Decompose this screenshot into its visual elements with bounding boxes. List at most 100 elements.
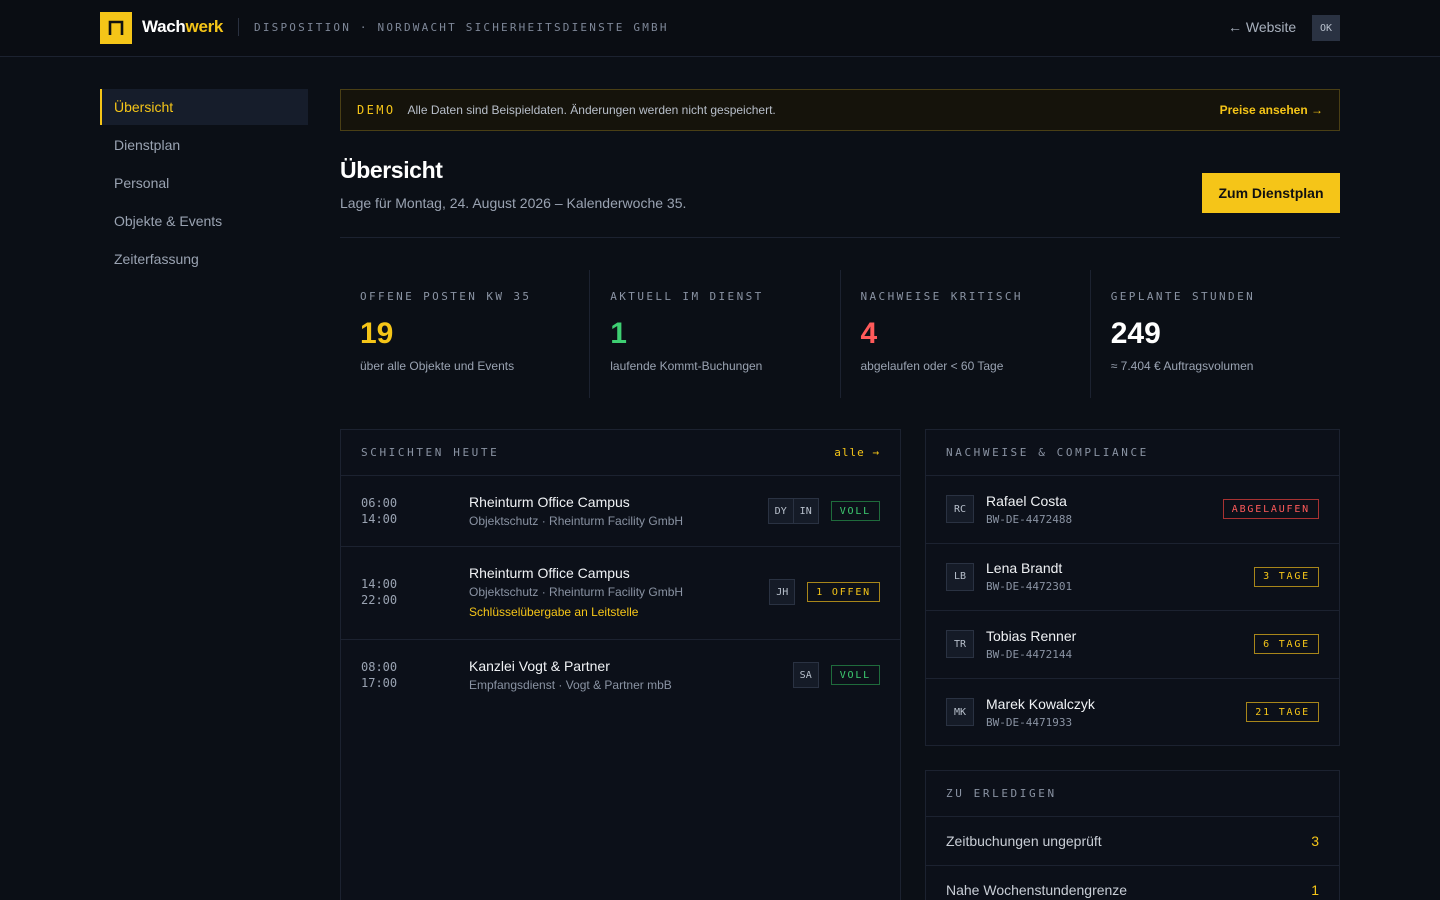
staff-avatar[interactable]: IN <box>792 498 819 524</box>
sidebar: Übersicht Dienstplan Personal Objekte & … <box>100 89 308 279</box>
avatar: LB <box>946 562 974 591</box>
cert-body: Rafael Costa BW-DE-4472488 <box>986 493 1072 526</box>
employee-name: Marek Kowalczyk <box>986 695 1095 712</box>
page-subtitle: Lage für Montag, 24. August 2026 – Kalen… <box>340 195 687 211</box>
stat-note: laufende Kommt-Buchungen <box>610 359 763 373</box>
shift-start: 08:00 <box>361 660 398 674</box>
shift-time: 06:00 14:00 <box>361 495 397 527</box>
stat-note: abgelaufen oder < 60 Tage <box>860 359 1004 373</box>
shift-end: 17:00 <box>361 676 398 690</box>
compliance-row[interactable]: LB Lena Brandt BW-DE-4472301 3 TAGE <box>926 544 1339 611</box>
staff-avatar[interactable]: SA <box>792 662 819 688</box>
stat-on-duty: AKTUELL IM DIENST 1 laufende Kommt-Buchu… <box>590 270 841 398</box>
shift-row[interactable]: 06:00 14:00 Rheinturm Office Campus Obje… <box>341 476 900 547</box>
avatar: TR <box>946 630 974 659</box>
avatar: MK <box>946 698 974 727</box>
compliance-row[interactable]: MK Marek Kowalczyk BW-DE-4471933 21 TAGE <box>926 679 1339 747</box>
cert-body: Marek Kowalczyk BW-DE-4471933 <box>986 696 1095 729</box>
compliance-row[interactable]: TR Tobias Renner BW-DE-4472144 6 TAGE <box>926 611 1339 679</box>
cert-id: BW-DE-4472144 <box>986 647 1073 661</box>
stat-label: NACHWEISE KRITISCH <box>860 290 1023 303</box>
staff-initials: SA <box>792 662 819 688</box>
panel-title: ZU ERLEDIGEN <box>946 787 1057 800</box>
shift-row[interactable]: 14:00 22:00 Rheinturm Office Campus Obje… <box>341 547 900 640</box>
pricing-link[interactable]: Preise ansehen → <box>1220 103 1323 117</box>
all-shifts-link[interactable]: alle → <box>834 446 880 459</box>
sidebar-item-zeiterfassung[interactable]: Zeiterfassung <box>100 241 308 277</box>
panel-title: SCHICHTEN HEUTE <box>361 446 500 459</box>
todo-count: 3 <box>1311 833 1319 849</box>
panel-header: NACHWEISE & COMPLIANCE <box>926 430 1339 476</box>
header-divider <box>340 237 1340 238</box>
context-label: DISPOSITION · NORDWACHT SICHERHEITSDIENS… <box>254 21 669 34</box>
stats-row: OFFENE POSTEN KW 35 19 über alle Objekte… <box>340 270 1340 398</box>
shift-start: 06:00 <box>361 496 398 510</box>
stat-label: GEPLANTE STUNDEN <box>1110 290 1256 303</box>
user-avatar[interactable]: OK <box>1312 15 1340 41</box>
shift-start: 14:00 <box>361 577 398 591</box>
staff-avatar[interactable]: DY <box>767 498 794 524</box>
page-title: Übersicht <box>340 157 443 183</box>
status-badge: VOLL <box>830 665 880 685</box>
stat-value: 1 <box>610 317 627 350</box>
top-bar: Wachwerk DISPOSITION · NORDWACHT SICHERH… <box>0 0 1440 57</box>
status-badge: 6 TAGE <box>1254 634 1319 655</box>
panel-title: NACHWEISE & COMPLIANCE <box>946 446 1149 459</box>
open-roster-button[interactable]: Zum Dienstplan <box>1202 173 1340 213</box>
status-badge: 3 TAGE <box>1254 566 1319 587</box>
demo-tag: DEMO <box>357 103 396 117</box>
stat-label: OFFENE POSTEN KW 35 <box>360 290 532 303</box>
stat-note: über alle Objekte und Events <box>360 359 515 373</box>
logo-icon[interactable] <box>100 12 132 44</box>
cert-id: BW-DE-4472301 <box>986 580 1073 594</box>
staff-avatar[interactable]: JH <box>769 579 796 605</box>
demo-text: Alle Daten sind Beispieldaten. Änderunge… <box>407 103 776 117</box>
shifts-panel: SCHICHTEN HEUTE alle → 06:00 14:00 Rhein… <box>340 429 901 900</box>
todo-label: Nahe Wochenstundengrenze <box>946 882 1128 898</box>
status-badge: 21 TAGE <box>1246 702 1319 723</box>
shift-row[interactable]: 08:00 17:00 Kanzlei Vogt & Partner Empfa… <box>341 640 900 711</box>
shift-note: Schlüsselübergabe an Leitstelle <box>469 605 639 619</box>
todo-item[interactable]: Nahe Wochenstundengrenze 1 <box>926 866 1339 900</box>
stat-value: 19 <box>360 317 394 350</box>
shift-time: 14:00 22:00 <box>361 576 397 608</box>
shift-time: 08:00 17:00 <box>361 659 397 691</box>
shift-status: SA VOLL <box>792 662 880 688</box>
sidebar-item-dienstplan[interactable]: Dienstplan <box>100 127 308 163</box>
todo-item[interactable]: Zeitbuchungen ungeprüft 3 <box>926 817 1339 866</box>
sidebar-item-objekte-events[interactable]: Objekte & Events <box>100 203 308 239</box>
status-badge: VOLL <box>830 501 880 521</box>
employee-name: Tobias Renner <box>986 627 1077 644</box>
compliance-row[interactable]: RC Rafael Costa BW-DE-4472488 ABGELAUFEN <box>926 476 1339 544</box>
stat-planned-hours: GEPLANTE STUNDEN 249 ≈ 7.404 € Auftragsv… <box>1091 270 1340 398</box>
cert-id: BW-DE-4471933 <box>986 715 1073 729</box>
shift-status: JH 1 OFFEN <box>769 579 880 605</box>
stat-critical-certs: NACHWEISE KRITISCH 4 abgelaufen oder < 6… <box>841 270 1091 398</box>
stat-label: AKTUELL IM DIENST <box>610 290 764 303</box>
stat-value: 249 <box>1110 317 1161 350</box>
avatar: RC <box>946 495 974 524</box>
brand-name[interactable]: Wachwerk <box>142 17 223 37</box>
employee-name: Rafael Costa <box>986 492 1067 509</box>
employee-name: Lena Brandt <box>986 560 1063 577</box>
main-content: DEMO Alle Daten sind Beispieldaten. Ände… <box>340 89 1340 900</box>
compliance-panel: NACHWEISE & COMPLIANCE RC Rafael Costa B… <box>925 429 1340 746</box>
brand-divider <box>238 18 239 36</box>
cert-body: Tobias Renner BW-DE-4472144 <box>986 628 1076 661</box>
status-badge: 1 OFFEN <box>807 582 880 602</box>
stat-note: ≈ 7.404 € Auftragsvolumen <box>1110 359 1254 373</box>
cert-body: Lena Brandt BW-DE-4472301 <box>986 560 1072 593</box>
panel-header: ZU ERLEDIGEN <box>926 771 1339 817</box>
website-link[interactable]: ← Website <box>1228 19 1296 35</box>
sidebar-item-personal[interactable]: Personal <box>100 165 308 201</box>
demo-banner: DEMO Alle Daten sind Beispieldaten. Ände… <box>340 89 1340 131</box>
todo-count: 1 <box>1311 882 1319 898</box>
todo-label: Zeitbuchungen ungeprüft <box>946 833 1102 849</box>
staff-initials: JH <box>769 579 796 605</box>
sidebar-item-uebersicht[interactable]: Übersicht <box>100 89 308 125</box>
stat-value: 4 <box>860 317 878 350</box>
panel-header: SCHICHTEN HEUTE alle → <box>341 430 900 476</box>
shift-status: DY IN VOLL <box>767 498 880 524</box>
shift-end: 22:00 <box>361 593 398 607</box>
cert-id: BW-DE-4472488 <box>986 512 1073 526</box>
